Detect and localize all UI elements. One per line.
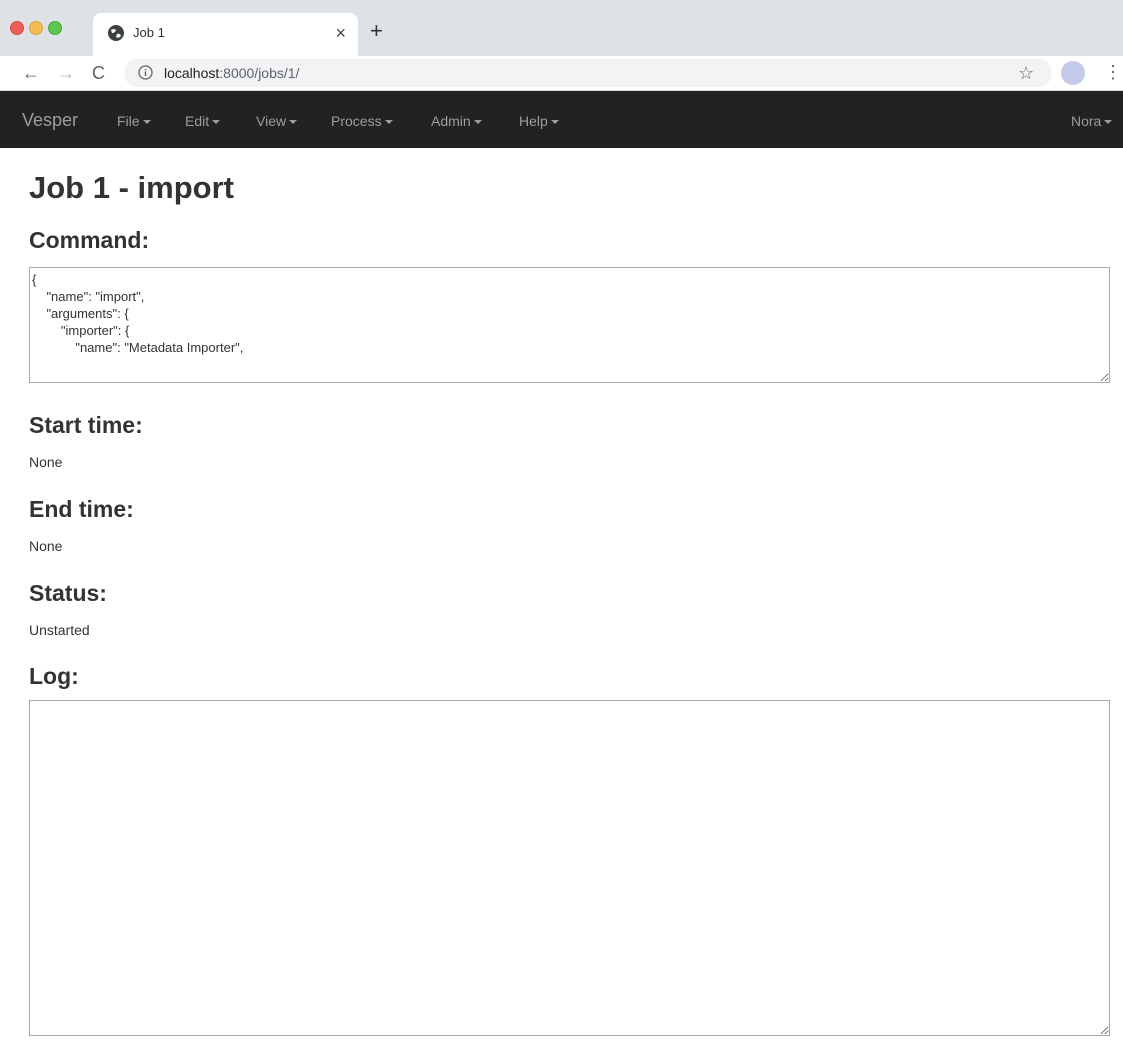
caret-down-icon — [142, 120, 151, 125]
info-icon[interactable] — [138, 65, 153, 80]
caret-down-icon — [550, 120, 559, 125]
bookmark-star-icon[interactable]: ☆ — [1018, 62, 1034, 84]
window-maximize-button[interactable] — [48, 21, 62, 35]
status-heading: Status: — [29, 580, 107, 606]
caret-down-icon — [384, 120, 393, 125]
globe-icon — [108, 25, 124, 41]
profile-avatar[interactable] — [1061, 61, 1085, 85]
menu-view-label: View — [256, 113, 287, 129]
brand-link[interactable]: Vesper — [22, 110, 78, 131]
new-tab-button[interactable]: + — [370, 18, 383, 44]
url-path: :8000/jobs/1/ — [219, 65, 300, 81]
url-host: localhost — [164, 65, 220, 81]
caret-down-icon — [212, 120, 221, 125]
browser-tab-bar: Job 1 × + — [0, 0, 1123, 56]
menu-help-label: Help — [519, 113, 548, 129]
menu-file[interactable]: File — [117, 113, 151, 129]
menu-edit-label: Edit — [185, 113, 210, 129]
menu-admin[interactable]: Admin — [431, 113, 482, 129]
more-menu-icon[interactable]: ⋮ — [1104, 61, 1122, 83]
browser-toolbar: ← → C localhost:8000/jobs/1/ ☆ ⋮ — [0, 56, 1123, 91]
user-menu-label: Nora — [1071, 113, 1102, 129]
menu-process-label: Process — [331, 113, 382, 129]
start-time-heading: Start time: — [29, 412, 143, 438]
menu-edit[interactable]: Edit — [185, 113, 221, 129]
window-close-button[interactable] — [10, 21, 24, 35]
status-value: Unstarted — [29, 622, 90, 638]
log-textarea[interactable] — [29, 700, 1110, 1036]
address-bar[interactable]: localhost:8000/jobs/1/ — [124, 59, 1052, 87]
command-textarea[interactable]: { "name": "import", "arguments": { "impo… — [29, 267, 1110, 383]
user-menu[interactable]: Nora — [1071, 113, 1113, 129]
forward-arrow-icon[interactable]: → — [57, 60, 75, 86]
command-heading: Command: — [29, 227, 150, 253]
end-time-value: None — [29, 538, 63, 554]
page-title: Job 1 - import — [29, 170, 234, 205]
url-text[interactable]: localhost:8000/jobs/1/ — [164, 65, 299, 81]
menu-admin-label: Admin — [431, 113, 471, 129]
app-navbar: Vesper File Edit View Process Admin Help… — [0, 91, 1123, 148]
caret-down-icon — [289, 120, 298, 125]
back-arrow-icon[interactable]: ← — [22, 60, 40, 86]
browser-tab[interactable]: Job 1 × — [93, 13, 358, 56]
tab-title: Job 1 — [133, 25, 165, 40]
reload-icon[interactable]: C — [92, 60, 105, 86]
caret-down-icon — [1104, 120, 1113, 125]
menu-process[interactable]: Process — [331, 113, 393, 129]
menu-file-label: File — [117, 113, 140, 129]
window-minimize-button[interactable] — [29, 21, 43, 35]
end-time-heading: End time: — [29, 496, 134, 522]
caret-down-icon — [473, 120, 482, 125]
menu-view[interactable]: View — [256, 113, 298, 129]
log-heading: Log: — [29, 663, 79, 689]
tab-close-icon[interactable]: × — [335, 21, 346, 45]
menu-help[interactable]: Help — [519, 113, 559, 129]
start-time-value: None — [29, 454, 63, 470]
